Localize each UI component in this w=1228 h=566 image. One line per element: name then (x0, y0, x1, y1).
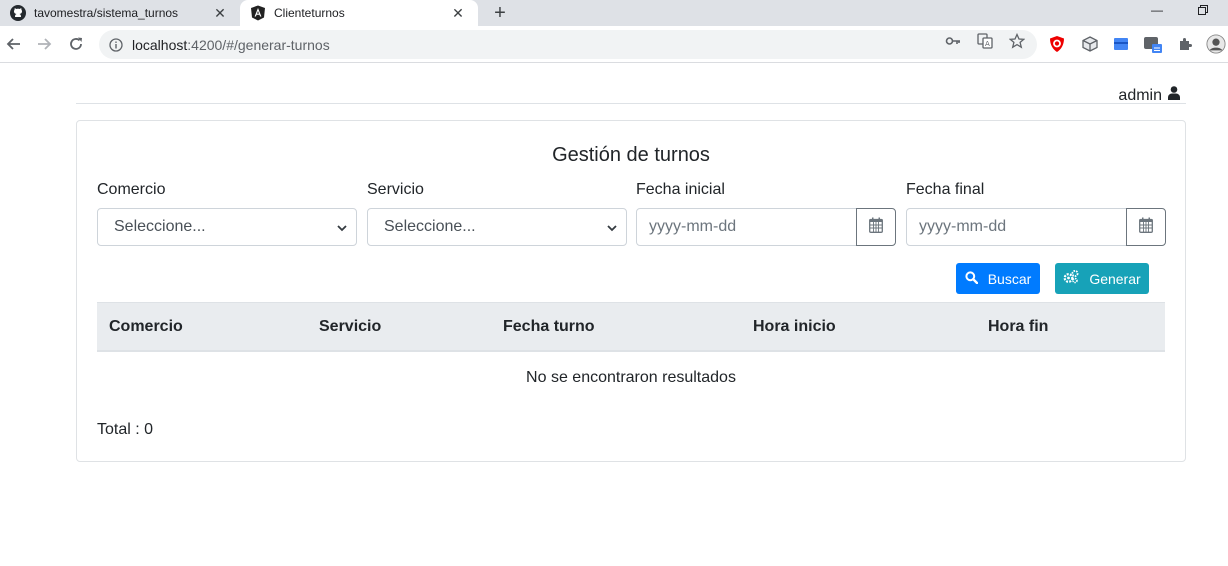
tab-title: Clienteturnos (274, 6, 345, 20)
calendar-icon (1139, 217, 1153, 238)
fecha-final-group: yyyy-mm-dd (906, 208, 1166, 246)
browser-tab-clienteturnos[interactable]: Clienteturnos ✕ (240, 0, 478, 26)
url-text: localhost:4200/#/generar-turnos (132, 37, 330, 53)
generar-label: Generar (1089, 270, 1141, 287)
column-header-hora-fin[interactable]: Hora fin (988, 318, 1048, 336)
minimize-icon[interactable]: — (1142, 0, 1172, 20)
extensions-puzzle-icon[interactable] (1175, 34, 1195, 54)
column-header-hora-inicio[interactable]: Hora inicio (753, 318, 836, 336)
servicio-select-value: Seleccione... (384, 218, 476, 235)
ublock-icon[interactable] (1047, 34, 1067, 54)
fecha-final-calendar-button[interactable] (1126, 208, 1166, 246)
restore-icon[interactable] (1188, 0, 1218, 20)
buscar-button[interactable]: Buscar (956, 263, 1040, 294)
fecha-inicial-calendar-button[interactable] (856, 208, 896, 246)
empty-results-message: No se encontraron resultados (526, 369, 736, 386)
key-icon[interactable] (944, 32, 962, 50)
info-icon[interactable] (109, 37, 123, 52)
comercio-field: Comercio Seleccione... (97, 181, 357, 246)
search-icon (965, 270, 978, 287)
page-title: Gestión de turnos (552, 144, 710, 166)
close-icon[interactable]: ✕ (450, 5, 466, 21)
forward-icon[interactable] (32, 32, 56, 56)
reload-icon[interactable] (64, 32, 88, 56)
svg-text:A: A (985, 40, 990, 48)
table-header: Comercio Servicio Fecha turno Hora inici… (97, 302, 1165, 352)
browser-tab-github[interactable]: tavomestra/sistema_turnos ✕ (0, 0, 240, 26)
servicio-select[interactable]: Seleccione... (367, 208, 627, 246)
back-icon[interactable] (2, 32, 26, 56)
comercio-select[interactable]: Seleccione... (97, 208, 357, 246)
comercio-label: Comercio (97, 181, 166, 198)
github-icon (10, 5, 26, 21)
user-menu[interactable]: admin (1118, 86, 1180, 105)
calendar-icon (869, 217, 883, 238)
fecha-inicial-input[interactable]: yyyy-mm-dd (636, 208, 857, 246)
fecha-final-label: Fecha final (906, 181, 985, 198)
fecha-final-input[interactable]: yyyy-mm-dd (906, 208, 1127, 246)
column-header-servicio[interactable]: Servicio (319, 318, 381, 336)
address-bar[interactable]: localhost:4200/#/generar-turnos (99, 30, 1037, 59)
browser-tabstrip: tavomestra/sistema_turnos ✕ Clienteturno… (0, 0, 1228, 26)
servicio-label: Servicio (367, 181, 424, 198)
angular-icon (250, 5, 266, 21)
comercio-select-value: Seleccione... (114, 218, 206, 235)
buscar-label: Buscar (987, 270, 1032, 287)
star-icon[interactable] (1008, 32, 1026, 50)
tab-title: tavomestra/sistema_turnos (34, 6, 179, 20)
fecha-inicial-placeholder: yyyy-mm-dd (649, 218, 737, 235)
gears-icon (1063, 270, 1079, 287)
fecha-inicial-field: Fecha inicial yyyy-mm-dd (636, 181, 896, 246)
user-bar: admin (76, 84, 1186, 104)
new-tab-button[interactable]: + (488, 0, 512, 26)
url-path: :4200/#/generar-turnos (187, 36, 330, 53)
total-count: Total : 0 (97, 421, 154, 438)
column-header-fecha-turno[interactable]: Fecha turno (503, 318, 595, 336)
fecha-final-field: Fecha final yyyy-mm-dd (906, 181, 1166, 246)
fecha-final-placeholder: yyyy-mm-dd (919, 218, 1007, 235)
username: admin (1118, 86, 1162, 104)
translate-icon[interactable]: A (976, 32, 994, 50)
blue-extension-icon[interactable] (1111, 34, 1131, 54)
fecha-inicial-label: Fecha inicial (636, 181, 725, 198)
servicio-field: Servicio Seleccione... (367, 181, 627, 246)
cube-extension-icon[interactable] (1080, 34, 1100, 54)
browser-toolbar: localhost:4200/#/generar-turnos A (0, 26, 1228, 63)
column-header-comercio[interactable]: Comercio (109, 318, 183, 336)
chevron-down-icon (606, 221, 618, 233)
close-icon[interactable]: ✕ (212, 5, 228, 21)
url-host: localhost (132, 36, 188, 53)
fecha-inicial-group: yyyy-mm-dd (636, 208, 896, 246)
user-icon (1168, 86, 1180, 105)
turnos-card: Gestión de turnos Comercio Seleccione...… (76, 120, 1186, 462)
generar-button[interactable]: Generar (1055, 263, 1149, 294)
chevron-down-icon (336, 221, 348, 233)
calendar-extension-icon[interactable] (1143, 34, 1163, 54)
profile-avatar-icon[interactable] (1206, 34, 1226, 54)
